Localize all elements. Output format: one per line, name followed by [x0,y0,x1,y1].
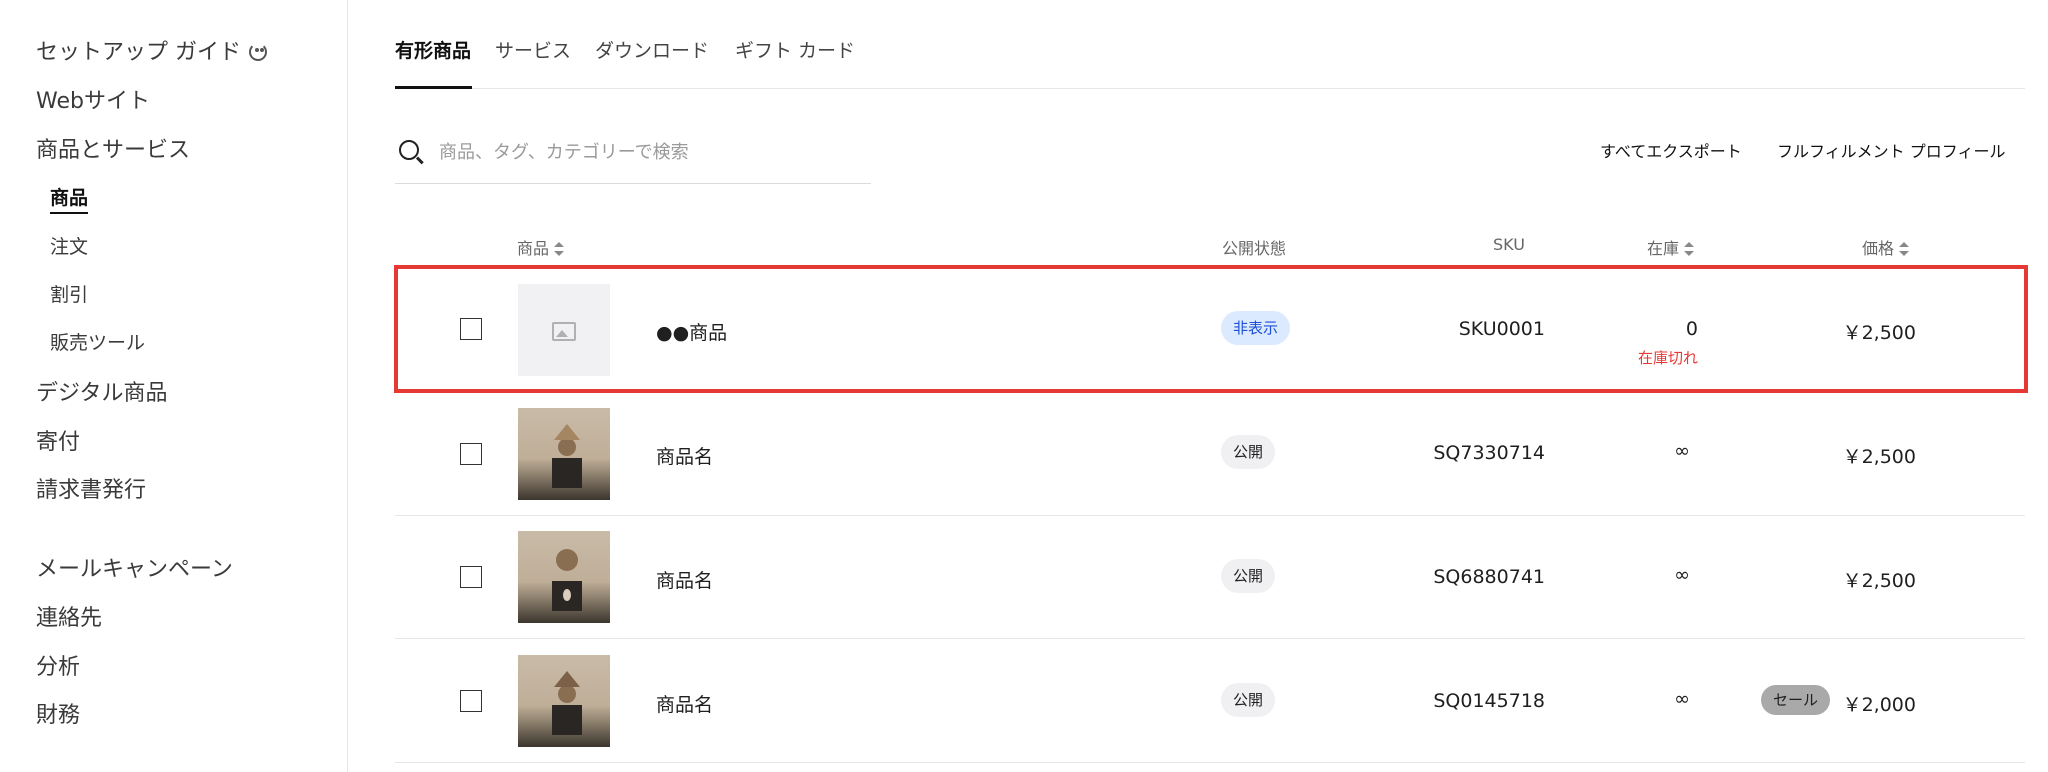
sculpture-ball [558,685,576,703]
table-row[interactable]: 商品名 公開 SQ7330714 ∞ ￥2,500 [395,393,2025,516]
export-all-button[interactable]: すべてエクスポート [1600,138,1742,162]
sort-icon [1899,242,1910,256]
sidebar-item-email-campaigns[interactable]: メールキャンペーン [36,551,233,583]
sculpture-ball [558,438,576,456]
table-row[interactable]: 商品名 公開 SQ6880741 ∞ ￥2,500 [395,516,2025,639]
sculpture-block [552,705,582,735]
sidebar-item-setup-guide[interactable]: セットアップ ガイド [36,34,267,66]
out-of-stock-label: 在庫切れ [1637,349,1698,367]
sidebar-item-orders[interactable]: 注文 [50,232,88,259]
sidebar: セットアップ ガイド Webサイト 商品とサービス 商品 注文 割引 販売ツール… [0,0,348,772]
tabs-divider [395,88,2025,89]
sidebar-item-products[interactable]: 商品 [50,183,89,214]
sidebar-item-products-services[interactable]: 商品とサービス [36,132,190,164]
stock-value: 0 [1685,318,1698,340]
sort-icon [1684,242,1695,256]
product-thumbnail[interactable] [518,408,610,500]
tab-physical-products[interactable]: 有形商品 [395,36,471,63]
infinite-stock: ∞ [1674,688,1690,710]
column-header-label: 商品 [517,239,550,258]
sculpture-block [552,458,582,488]
price-value: ￥2,000 [1842,694,1916,716]
product-thumbnail[interactable] [518,655,610,747]
column-header-sku: SKU [1493,235,1525,254]
visibility-badge: 公開 [1221,435,1276,469]
product-thumbnail[interactable] [518,284,610,376]
infinite-stock: ∞ [1674,440,1690,462]
sidebar-item-discounts[interactable]: 割引 [50,280,88,307]
column-header-price[interactable]: 価格 [1862,235,1910,259]
visibility-badge: 非表示 [1221,311,1291,345]
table-row[interactable]: 商品名 公開 SQ0145718 ∞ セール ￥2,000 [395,640,2025,763]
tab-downloads[interactable]: ダウンロード [595,36,709,63]
price-value: ￥2,500 [1842,570,1916,592]
product-name[interactable]: ●●商品 [656,318,727,345]
sidebar-item-digital-products[interactable]: デジタル商品 [36,375,168,407]
sku-value: SQ7330714 [1433,442,1545,464]
tab-services[interactable]: サービス [495,36,571,63]
sidebar-item-contacts[interactable]: 連絡先 [36,600,102,632]
sidebar-item-label: セットアップ ガイド [36,40,241,65]
sculpture-cone [554,424,580,440]
image-placeholder-icon [552,322,576,341]
price-value: ￥2,500 [1842,446,1916,468]
sort-icon [554,242,565,256]
sidebar-item-donations[interactable]: 寄付 [36,424,80,456]
visibility-badge: 公開 [1221,559,1276,593]
product-name[interactable]: 商品名 [656,566,713,593]
search-icon [399,140,419,160]
product-name[interactable]: 商品名 [656,690,713,717]
visibility-badge: 公開 [1221,683,1276,717]
row-checkbox[interactable] [460,443,482,465]
sidebar-item-invoicing[interactable]: 請求書発行 [36,472,146,504]
column-header-stock[interactable]: 在庫 [1647,235,1695,259]
sculpture-ball [556,549,578,571]
product-name[interactable]: 商品名 [656,442,713,469]
column-header-label: 価格 [1862,239,1895,258]
fulfillment-profile-button[interactable]: フルフィルメント プロフィール [1777,138,2005,162]
column-header-label: 在庫 [1647,239,1680,258]
price-value: ￥2,500 [1842,322,1916,344]
row-checkbox[interactable] [460,318,482,340]
column-header-product[interactable]: 商品 [517,235,565,259]
product-thumbnail[interactable] [518,531,610,623]
sidebar-item-website[interactable]: Webサイト [36,83,150,115]
sku-value: SQ6880741 [1433,566,1545,588]
sale-badge: セール [1761,685,1831,715]
column-header-visibility: 公開状態 [1222,239,1287,258]
sculpture-hole [563,589,571,601]
sidebar-item-finance[interactable]: 財務 [36,697,80,729]
sku-value: SQ0145718 [1433,690,1545,712]
search-bar [395,134,871,184]
sku-value: SKU0001 [1458,318,1545,340]
active-tab-indicator [395,86,472,89]
sculpture-cone [554,671,580,687]
sidebar-item-analytics[interactable]: 分析 [36,649,80,681]
progress-icon [249,43,267,61]
table-row[interactable]: ●●商品 非表示 SKU0001 0 在庫切れ ￥2,500 [395,268,2025,391]
tab-gift-cards[interactable]: ギフト カード [735,36,855,63]
infinite-stock: ∞ [1674,564,1690,586]
sidebar-item-sales-tools[interactable]: 販売ツール [50,328,145,355]
row-checkbox[interactable] [460,690,482,712]
search-input[interactable] [437,134,857,170]
row-checkbox[interactable] [460,566,482,588]
